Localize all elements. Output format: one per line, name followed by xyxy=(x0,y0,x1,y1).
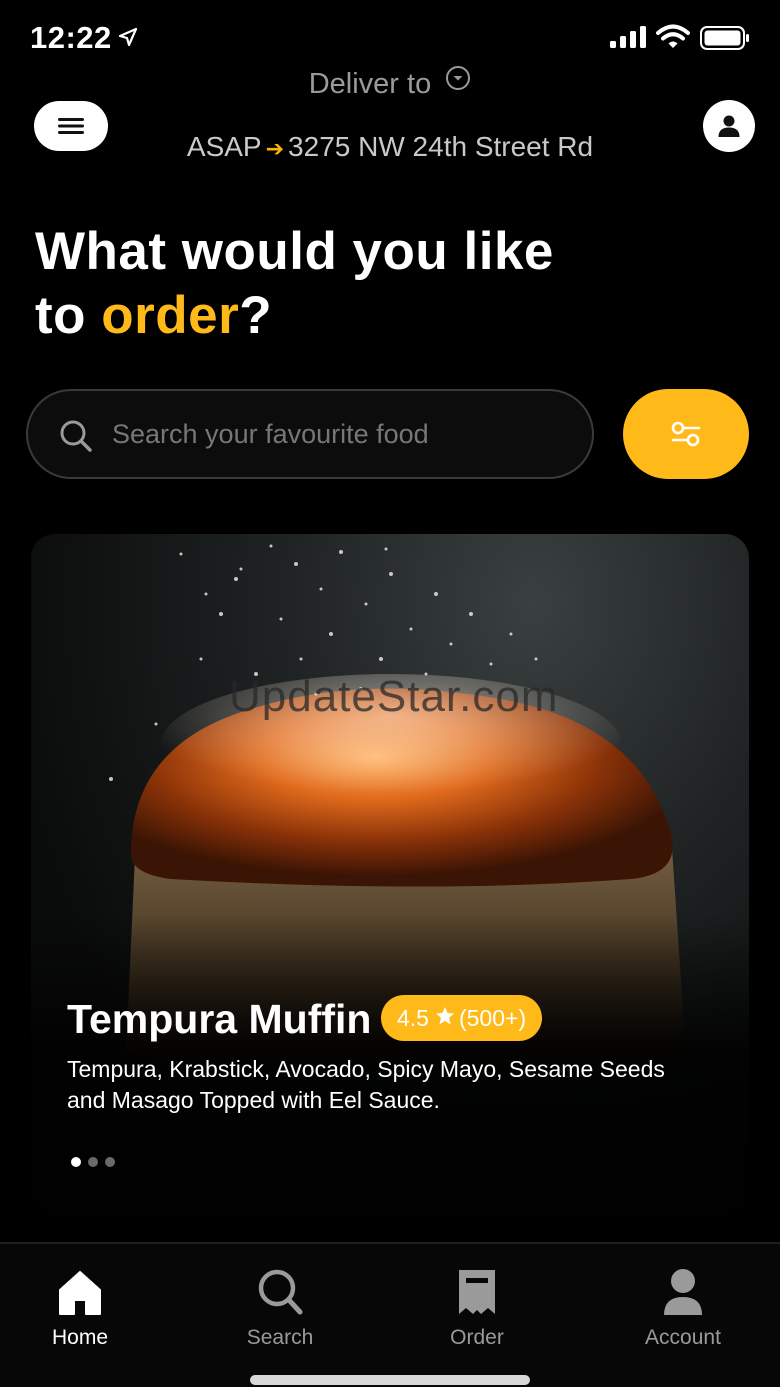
rating-badge: 4.5 (500+) xyxy=(381,995,543,1041)
search-input[interactable] xyxy=(112,391,572,477)
nav-search[interactable]: Search xyxy=(210,1262,350,1350)
delivery-address[interactable]: ASAP ➔ 3275 NW 24th Street Rd xyxy=(0,131,780,163)
status-bar: 12:22 xyxy=(0,0,780,72)
bottom-nav: Home Search Order Account xyxy=(0,1242,780,1387)
chevron-down-circle-icon xyxy=(445,65,471,99)
rating-count: (500+) xyxy=(458,1004,527,1031)
delivery-address-text: 3275 NW 24th Street Rd xyxy=(288,131,594,162)
receipt-icon xyxy=(407,1262,547,1316)
search-icon xyxy=(59,419,93,458)
page-title-accent: order xyxy=(101,286,240,345)
search-icon xyxy=(210,1262,350,1316)
wifi-icon xyxy=(656,24,690,55)
page-title-prefix: to xyxy=(35,286,102,345)
page-title-line2: to order? xyxy=(35,284,554,348)
page-title-line1: What would you like xyxy=(35,222,554,281)
star-icon xyxy=(435,1005,455,1032)
rating-value: 4.5 xyxy=(397,1004,429,1031)
filter-button[interactable] xyxy=(623,389,749,479)
page-title-suffix: ? xyxy=(239,286,273,345)
delivery-schedule: ASAP xyxy=(186,131,262,162)
carousel-dot[interactable] xyxy=(105,1157,115,1167)
featured-food-card[interactable]: UpdateStar.com Tempura Muffin 4.5 (500+)… xyxy=(31,534,749,1214)
nav-search-label: Search xyxy=(246,1326,314,1349)
nav-home-label: Home xyxy=(51,1326,109,1349)
nav-order[interactable]: Order xyxy=(407,1262,547,1350)
page-title: What would you like to order? xyxy=(35,220,554,348)
person-icon xyxy=(613,1262,753,1316)
nav-home[interactable]: Home xyxy=(10,1262,150,1350)
food-description: Tempura, Krabstick, Avocado, Spicy Mayo,… xyxy=(67,1056,665,1113)
arrow-right-icon: ➔ xyxy=(265,136,285,161)
carousel-dot[interactable] xyxy=(88,1157,98,1167)
nav-account-label: Account xyxy=(645,1326,721,1349)
battery-icon xyxy=(700,26,750,55)
carousel-dot[interactable] xyxy=(71,1157,81,1167)
person-icon xyxy=(718,115,740,137)
watermark: UpdateStar.com xyxy=(229,672,559,721)
nav-order-label: Order xyxy=(450,1326,504,1349)
cellular-signal-icon xyxy=(610,26,648,53)
deliver-to-selector[interactable]: Deliver to xyxy=(0,65,780,101)
deliver-to-label: Deliver to xyxy=(308,68,432,100)
food-title: Tempura Muffin xyxy=(67,996,372,1042)
nav-account[interactable]: Account xyxy=(613,1262,753,1350)
home-icon xyxy=(10,1262,150,1316)
carousel-indicator[interactable] xyxy=(71,1157,115,1167)
search-bar[interactable] xyxy=(26,389,594,479)
profile-button[interactable] xyxy=(703,100,755,152)
home-indicator[interactable] xyxy=(250,1375,530,1385)
status-time: 12:22 xyxy=(30,20,112,55)
location-arrow-icon xyxy=(118,27,138,52)
filter-sliders-icon xyxy=(671,421,701,447)
